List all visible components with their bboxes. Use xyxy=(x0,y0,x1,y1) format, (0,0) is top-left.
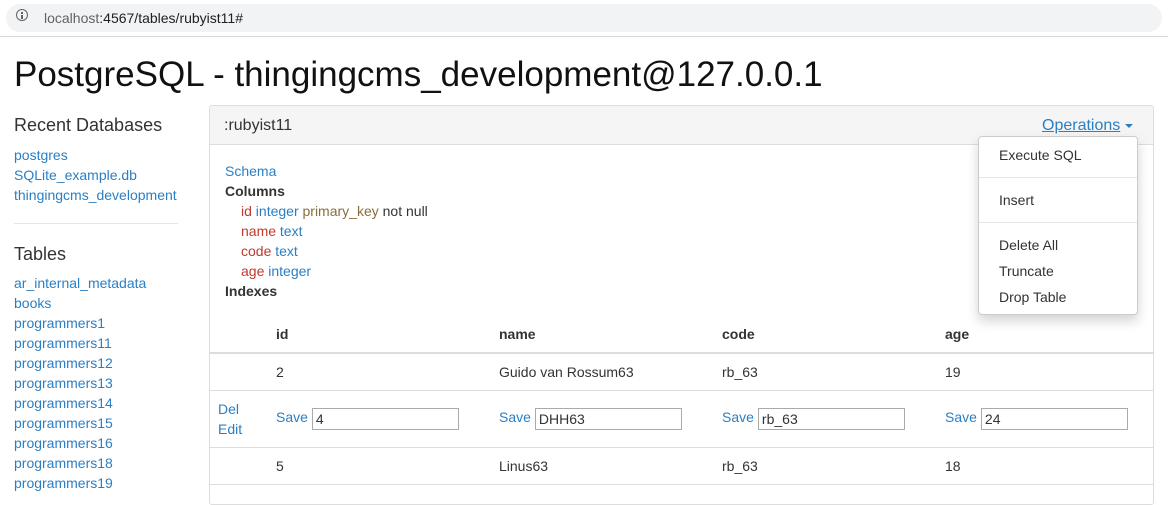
edit-cell-code: Save xyxy=(722,390,945,447)
table-row-editing: Del Edit Save Save Save Save xyxy=(210,390,1153,447)
table-link[interactable]: programmers12 xyxy=(14,353,184,373)
column-header-age[interactable]: age xyxy=(945,315,1153,354)
column-name: id xyxy=(241,203,252,219)
cell-code: rb_63 xyxy=(722,363,758,380)
operations-dropdown-toggle[interactable]: Operations xyxy=(1042,117,1134,135)
page-title: PostgreSQL - thingingcms_development@127… xyxy=(14,55,823,94)
column-key: primary_key xyxy=(302,203,379,219)
table-row[interactable]: 5 Linus63 rb_63 18 xyxy=(210,447,1153,484)
table-link[interactable]: books xyxy=(14,293,184,313)
save-button[interactable]: Save xyxy=(722,409,754,425)
database-link-thingingcms[interactable]: thingingcms_development xyxy=(14,185,184,205)
cell-code: rb_63 xyxy=(722,457,758,474)
menu-item-execute-sql[interactable]: Execute SQL xyxy=(999,147,1082,163)
schema-link[interactable]: Schema xyxy=(225,163,276,179)
schema-section: Schema Columns id integer primary_key no… xyxy=(225,161,428,301)
column-def: name text xyxy=(225,221,428,241)
edit-row-link[interactable]: Edit xyxy=(218,419,276,439)
table-link[interactable]: programmers16 xyxy=(14,433,184,453)
name-input[interactable] xyxy=(534,407,682,430)
code-input[interactable] xyxy=(757,407,905,430)
menu-divider xyxy=(979,177,1137,178)
edit-cell-id: Save xyxy=(276,390,499,447)
edit-cell-name: Save xyxy=(499,390,722,447)
cell-age: 19 xyxy=(945,363,961,380)
column-def: age integer xyxy=(225,261,428,281)
column-name: age xyxy=(241,263,265,279)
menu-item-drop-table[interactable]: Drop Table xyxy=(999,289,1066,305)
recent-databases-heading: Recent Databases xyxy=(14,115,163,135)
column-def: code text xyxy=(225,241,428,261)
column-name: name xyxy=(241,223,277,239)
column-header-id[interactable]: id xyxy=(276,315,499,354)
id-input[interactable] xyxy=(311,407,459,430)
browser-address-bar: localhost:4567/tables/rubyist11# xyxy=(0,0,1168,37)
url-text[interactable]: localhost:4567/tables/rubyist11# xyxy=(44,10,243,26)
actions-header xyxy=(210,315,276,354)
table-link[interactable]: ar_internal_metadata xyxy=(14,273,184,293)
tables-heading: Tables xyxy=(14,244,67,264)
row-actions xyxy=(210,353,276,390)
column-type: integer xyxy=(268,263,312,279)
panel-title: :rubyist11 xyxy=(224,117,293,134)
cell-name: Guido van Rossum63 xyxy=(499,363,634,380)
table-link[interactable]: programmers1 xyxy=(14,313,184,333)
recent-databases-list: postgres SQLite_example.db thingingcms_d… xyxy=(14,145,184,205)
row-actions: Del Edit xyxy=(210,390,276,447)
column-type: text xyxy=(279,223,303,239)
cell-id: 2 xyxy=(276,363,284,380)
table-link[interactable]: programmers14 xyxy=(14,393,184,413)
cell-id: 5 xyxy=(276,457,284,474)
column-header-name[interactable]: name xyxy=(499,315,722,354)
table-link[interactable]: programmers11 xyxy=(14,333,184,353)
table-link[interactable]: programmers18 xyxy=(14,453,184,473)
url-host: localhost xyxy=(44,10,100,26)
column-header-code[interactable]: code xyxy=(722,315,945,354)
columns-label: Columns xyxy=(225,183,285,199)
cell-age: 18 xyxy=(945,457,961,474)
table-link[interactable]: programmers13 xyxy=(14,373,184,393)
database-link-sqlite-example[interactable]: SQLite_example.db xyxy=(14,165,184,185)
column-null: not null xyxy=(382,203,428,219)
menu-divider xyxy=(979,222,1137,223)
save-button[interactable]: Save xyxy=(499,409,531,425)
save-button[interactable]: Save xyxy=(276,409,308,425)
caret-down-icon xyxy=(1125,123,1134,128)
operations-label: Operations xyxy=(1042,117,1121,134)
menu-item-truncate[interactable]: Truncate xyxy=(999,263,1054,279)
menu-item-delete-all[interactable]: Delete All xyxy=(999,237,1058,253)
table-header-row: id name code age xyxy=(210,315,1153,354)
column-type: integer xyxy=(255,203,299,219)
edit-cell-age: Save xyxy=(945,390,1153,447)
table-link[interactable]: programmers19 xyxy=(14,473,184,493)
sidebar-divider xyxy=(14,223,178,224)
sidebar: Recent Databases postgres SQLite_example… xyxy=(14,114,184,493)
column-name: code xyxy=(241,243,272,259)
menu-item-insert[interactable]: Insert xyxy=(999,192,1034,208)
site-info-icon[interactable] xyxy=(16,9,28,21)
tables-list: ar_internal_metadata books programmers1 … xyxy=(14,273,184,493)
cell-name: Linus63 xyxy=(499,457,549,474)
table-link[interactable]: programmers15 xyxy=(14,413,184,433)
column-type: text xyxy=(275,243,298,259)
row-actions xyxy=(210,447,276,484)
url-path: :4567/tables/rubyist11# xyxy=(99,10,243,26)
save-button[interactable]: Save xyxy=(945,409,977,425)
operations-dropdown-menu: Execute SQL Insert Delete All Truncate D… xyxy=(978,136,1138,315)
records-table: id name code age 2 Guido van Rossum63 rb… xyxy=(210,315,1153,485)
age-input[interactable] xyxy=(980,407,1128,430)
database-link-postgres[interactable]: postgres xyxy=(14,145,184,165)
indexes-label: Indexes xyxy=(225,283,278,299)
column-def: id integer primary_key not null xyxy=(225,201,428,221)
table-row[interactable]: 2 Guido van Rossum63 rb_63 19 xyxy=(210,353,1153,390)
delete-row-link[interactable]: Del xyxy=(218,399,276,419)
